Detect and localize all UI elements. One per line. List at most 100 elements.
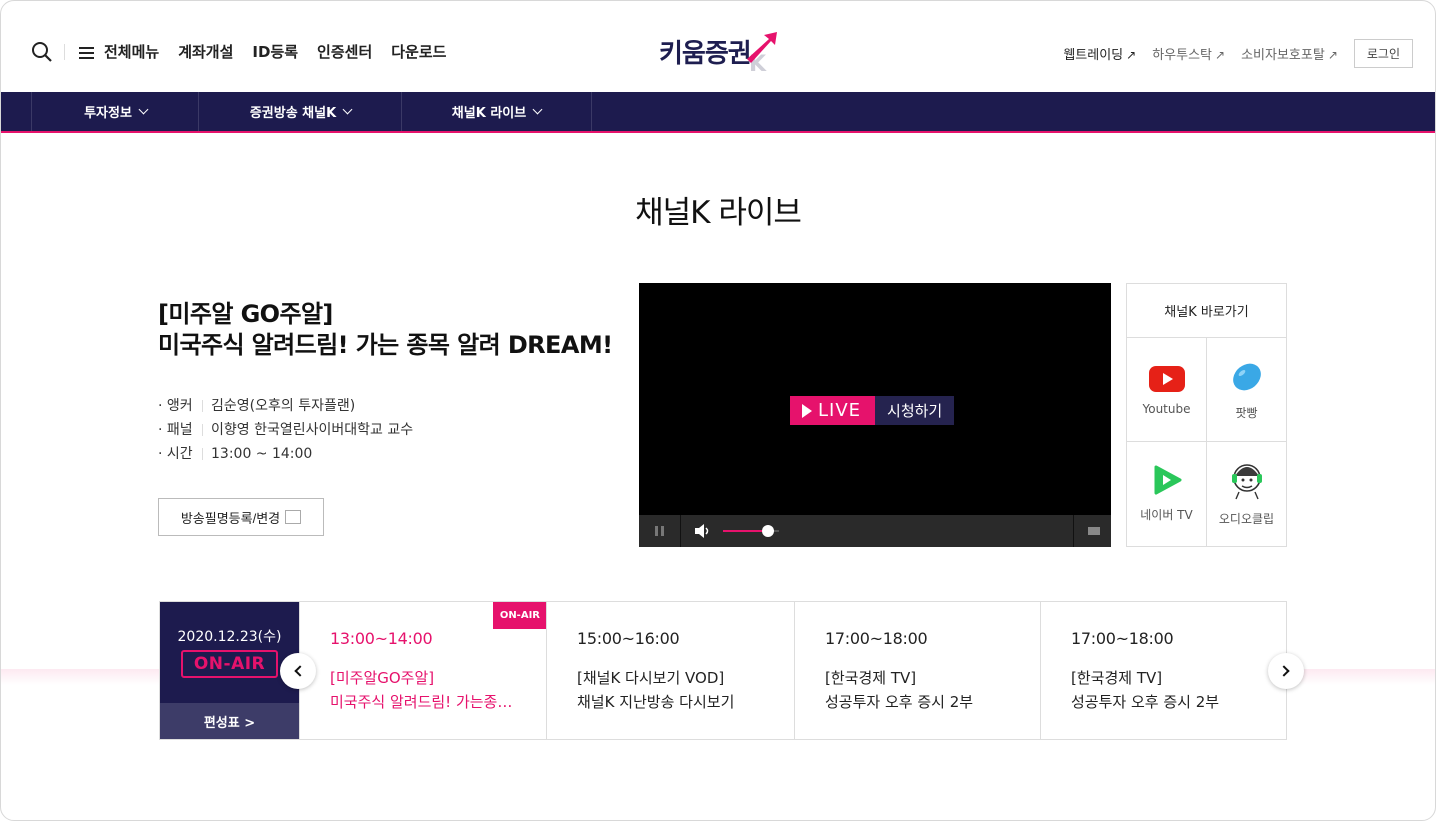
- full-schedule-link[interactable]: 편성표 >: [160, 703, 299, 739]
- detail-key: · 시간: [158, 446, 193, 462]
- detail-row: · 시간 13:00 ~ 14:00: [158, 442, 413, 466]
- schedule-prev-button[interactable]: [280, 653, 316, 689]
- channel-label: 오디오클립: [1218, 512, 1275, 526]
- gnb-cert-center[interactable]: 인증센터: [317, 41, 372, 63]
- podbbang-icon: [1232, 363, 1261, 391]
- header: 전체메뉴 계좌개설 ID등록 인증센터 다운로드 키움증권 K 웹트레이딩 ↗ 하…: [1, 1, 1435, 92]
- all-menu-button[interactable]: 전체메뉴: [79, 41, 159, 63]
- detail-value: 이향영 한국열린사이버대학교 교수: [211, 422, 414, 438]
- volume-icon[interactable]: [695, 524, 711, 538]
- global-nav: 전체메뉴 계좌개설 ID등록 인증센터 다운로드: [79, 41, 465, 63]
- howtostock-label: 하우투스탁: [1152, 48, 1213, 63]
- all-menu-label: 전체메뉴: [104, 43, 160, 61]
- slot-title: [채널K 다시보기 VOD]: [577, 669, 725, 687]
- chevron-right-icon: [1278, 665, 1290, 677]
- slot-subtitle: 성공투자 오후 증시 2부: [825, 693, 974, 711]
- schedule-date: 2020.12.23(수): [177, 629, 282, 645]
- volume-slider[interactable]: [723, 525, 779, 537]
- slot-subtitle: 미국주식 알려드림! 가는종목...: [330, 693, 525, 711]
- popup-window-icon: [285, 510, 302, 524]
- gnb-account-open[interactable]: 계좌개설: [178, 41, 233, 63]
- slot-title: [미주알GO주알]: [330, 669, 435, 687]
- chevron-left-icon: [294, 665, 306, 677]
- consumer-portal-link[interactable]: 소비자보호포탈 ↗: [1241, 44, 1338, 63]
- detail-key: · 앵커: [158, 398, 193, 414]
- volume-knob[interactable]: [761, 525, 774, 537]
- search-icon[interactable]: [31, 41, 53, 63]
- watch-label: 시청하기: [875, 396, 955, 425]
- fullscreen-button[interactable]: [1073, 515, 1111, 547]
- tab-channel-k-live[interactable]: 채널K 라이브: [401, 92, 592, 131]
- divider: [202, 424, 203, 436]
- login-button[interactable]: 로그인: [1353, 39, 1413, 68]
- consumer-portal-label: 소비자보호포탈: [1241, 48, 1325, 63]
- detail-value: 13:00 ~ 14:00: [211, 446, 313, 462]
- tab-channel-k[interactable]: 증권방송 채널K: [198, 92, 402, 131]
- external-link-icon: ↗: [1327, 48, 1338, 62]
- channel-youtube[interactable]: Youtube: [1127, 338, 1207, 442]
- slot-time: 17:00~18:00: [825, 629, 928, 648]
- live-watch-button[interactable]: LIVE 시청하기: [790, 396, 955, 425]
- logo-arrow-icon: K: [746, 32, 777, 73]
- chevron-down-icon: [138, 104, 149, 115]
- schedule-slot[interactable]: 17:00~18:00 [한국경제 TV] 성공투자 오후 증시 2부: [1040, 602, 1286, 739]
- external-link-icon: ↗: [1126, 48, 1137, 62]
- tab-label: 증권방송 채널K: [249, 106, 337, 121]
- pause-button[interactable]: [639, 515, 681, 547]
- web-trading-link[interactable]: 웹트레이딩 ↗: [1063, 44, 1136, 63]
- slot-title: [한국경제 TV]: [1071, 669, 1163, 687]
- schedule-slot[interactable]: 15:00~16:00 [채널K 다시보기 VOD] 채널K 지난방송 다시보기: [546, 602, 794, 739]
- gnb-download[interactable]: 다운로드: [391, 41, 446, 63]
- detail-key: · 패널: [158, 422, 193, 438]
- onair-badge: ON-AIR: [181, 650, 278, 678]
- channel-grid: Youtube 팟빵 네이버 TV 오디오클립: [1127, 338, 1286, 546]
- schedule-date-box: 2020.12.23(수) ON-AIR 편성표 >: [160, 602, 299, 739]
- program-title-line1: [미주알 GO주알]: [158, 300, 333, 328]
- tab-investment-info[interactable]: 투자정보: [31, 92, 199, 131]
- program-title: [미주알 GO주알] 미국주식 알려드림! 가는 종목 알려 DREAM!: [158, 299, 613, 361]
- live-badge: LIVE: [790, 396, 876, 425]
- slot-time: 15:00~16:00: [577, 629, 680, 648]
- channel-podbbang[interactable]: 팟빵: [1207, 338, 1286, 442]
- slot-subtitle: 채널K 지난방송 다시보기: [577, 693, 735, 711]
- player-controls: [639, 515, 1111, 547]
- detail-row: · 패널 이향영 한국열린사이버대학교 교수: [158, 418, 413, 442]
- gnb-id-register[interactable]: ID등록: [252, 41, 298, 63]
- audioclip-icon: [1231, 464, 1262, 500]
- tab-label: 투자정보: [84, 106, 132, 121]
- channel-label: Youtube: [1142, 402, 1191, 416]
- video-player[interactable]: LIVE 시청하기: [639, 283, 1111, 547]
- program-title-line2: 미국주식 알려드림! 가는 종목 알려 DREAM!: [158, 331, 613, 359]
- channel-naver-tv[interactable]: 네이버 TV: [1127, 442, 1207, 546]
- logo-text: 키움증권: [659, 38, 752, 69]
- channel-shortcuts: 채널K 바로가기 Youtube 팟빵 네이버 TV 오디오클립: [1126, 283, 1287, 547]
- live-label: LIVE: [818, 400, 862, 421]
- channel-label: 네이버 TV: [1140, 508, 1193, 522]
- channel-label: 팟빵: [1235, 406, 1258, 420]
- fullscreen-icon: [1088, 527, 1100, 535]
- channel-shortcuts-heading: 채널K 바로가기: [1127, 284, 1286, 338]
- schedule-next-button[interactable]: [1268, 653, 1304, 689]
- youtube-icon: [1148, 366, 1185, 392]
- slot-time: 13:00~14:00: [330, 629, 433, 648]
- divider: [202, 448, 203, 460]
- howtostock-link[interactable]: 하우투스탁 ↗: [1152, 44, 1225, 63]
- hamburger-icon: [79, 46, 94, 59]
- nickname-register-button[interactable]: 방송필명등록/변경: [158, 498, 324, 536]
- pause-icon-bar: [661, 526, 664, 536]
- pause-icon-bar: [655, 526, 658, 536]
- page-frame: 전체메뉴 계좌개설 ID등록 인증센터 다운로드 키움증권 K 웹트레이딩 ↗ 하…: [0, 0, 1436, 821]
- channel-audioclip[interactable]: 오디오클립: [1207, 442, 1286, 546]
- schedule-slot[interactable]: ON-AIR 13:00~14:00 [미주알GO주알] 미국주식 알려드림! …: [299, 602, 547, 739]
- naver-tv-icon: [1154, 465, 1181, 495]
- slot-title: [한국경제 TV]: [825, 669, 917, 687]
- divider: [202, 400, 203, 412]
- chevron-down-icon: [342, 104, 353, 115]
- kiwoom-logo[interactable]: 키움증권 K: [659, 29, 781, 73]
- web-trading-label: 웹트레이딩: [1063, 48, 1124, 63]
- tab-label: 채널K 라이브: [451, 106, 527, 121]
- schedule-strip: 2020.12.23(수) ON-AIR 편성표 > ON-AIR 13:00~…: [159, 601, 1287, 740]
- divider: [64, 44, 65, 60]
- schedule-slot[interactable]: 17:00~18:00 [한국경제 TV] 성공투자 오후 증시 2부: [794, 602, 1040, 739]
- page-title: 채널K 라이브: [635, 195, 802, 231]
